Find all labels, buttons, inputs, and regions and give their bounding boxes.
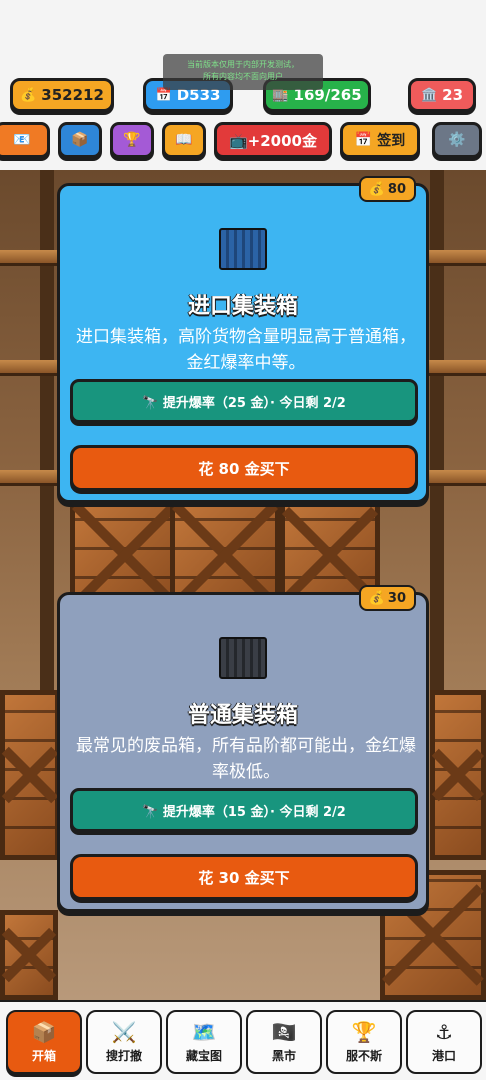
nav-open-crate[interactable]: 📦 开箱 — [6, 1010, 82, 1074]
coin-balance: 💰 352212 — [10, 78, 114, 112]
shelf-board — [0, 250, 60, 266]
box-icon: 📦 — [71, 132, 89, 148]
price-tag: 💰 80 — [358, 176, 416, 202]
dev-notice-toast: 当前版本仅用于内部开发测试， 所有内容均不面向用户 — [163, 54, 323, 90]
money-bag-icon: 💰 — [368, 181, 385, 197]
swords-icon: ⚔️ — [111, 1019, 137, 1044]
anchor-icon: ⚓ — [435, 1019, 453, 1044]
pirate-flag-icon: 🏴‍☠️ — [271, 1019, 297, 1044]
normal-container-card: 💰 30 普通集装箱 最常见的废品箱，所有品阶都可能出，金红爆率极低。 🔭 提升… — [57, 585, 429, 912]
shelf-post — [430, 170, 444, 690]
bank-icon: 🏛️ — [420, 87, 438, 103]
blue-container-icon — [219, 228, 267, 270]
shelf-board — [426, 250, 486, 266]
gear-icon: ⚙️ — [448, 132, 466, 148]
mail-button[interactable]: 📧 — [0, 122, 50, 158]
nav-ranking[interactable]: 🏆 服不斯 — [326, 1010, 402, 1074]
card-description: 进口集装箱，高阶货物含量明显高于普通箱，金红爆率中等。 — [76, 327, 416, 373]
daily-signin-button[interactable]: 📅 签到 — [340, 122, 420, 158]
money-bag-icon: 💰 — [20, 87, 37, 103]
buy-button[interactable]: 花 80 金买下 — [70, 445, 418, 491]
watch-ad-reward-button[interactable]: 📺+2000金 — [214, 122, 332, 158]
mail-icon: 📧 — [13, 132, 31, 148]
card-title: 普通集装箱 — [187, 703, 298, 728]
bottom-navigation: 📦 开箱 ⚔️ 搜打撤 🗺️ 藏宝图 🏴‍☠️ 黑市 🏆 服不斯 ⚓ 港口 — [0, 1000, 486, 1080]
money-bag-icon: 💰 — [368, 590, 385, 606]
nav-treasure-map[interactable]: 🗺️ 藏宝图 — [166, 1010, 242, 1074]
achievements-button[interactable]: 🏆 — [110, 122, 154, 158]
gray-container-icon — [219, 637, 267, 679]
wooden-crate — [0, 690, 60, 860]
shelf-board — [0, 470, 60, 486]
nav-harbor[interactable]: ⚓ 港口 — [406, 1010, 482, 1074]
guide-button[interactable]: 📖 — [162, 122, 206, 158]
wooden-crate — [0, 910, 58, 1000]
inventory-button[interactable]: 📦 — [58, 122, 102, 158]
boost-drop-rate-button[interactable]: 🔭 提升爆率（15 金）· 今日剩 2/2 — [70, 788, 418, 832]
card-title: 进口集装箱 — [187, 294, 298, 319]
shelf-board — [426, 360, 486, 376]
trophy-icon: 🏆 — [123, 132, 141, 148]
nav-black-market[interactable]: 🏴‍☠️ 黑市 — [246, 1010, 322, 1074]
nav-search-raid[interactable]: ⚔️ 搜打撤 — [86, 1010, 162, 1074]
import-container-card: 💰 80 进口集装箱 进口集装箱，高阶货物含量明显高于普通箱，金红爆率中等。 🔭… — [57, 176, 429, 503]
shelf-board — [0, 360, 60, 376]
card-description: 最常见的废品箱，所有品阶都可能出，金红爆率极低。 — [76, 736, 416, 782]
shelf-board — [426, 470, 486, 486]
crate-icon: 📦 — [31, 1019, 57, 1044]
buy-button[interactable]: 花 30 金买下 — [70, 854, 418, 900]
settings-button[interactable]: ⚙️ — [432, 122, 482, 158]
boost-drop-rate-button[interactable]: 🔭 提升爆率（25 金）· 今日剩 2/2 — [70, 379, 418, 423]
price-tag: 💰 30 — [358, 585, 416, 611]
top-status-bar: 💰 352212 📅 D533 🏬 169/265 🏛️ 23 当前版本仅用于内… — [0, 0, 486, 170]
map-icon: 🗺️ — [191, 1019, 217, 1044]
calendar-icon: 📅 — [354, 132, 373, 148]
bank-button[interactable]: 🏛️ 23 — [408, 78, 476, 112]
wooden-crate — [430, 690, 486, 860]
shelf-post — [40, 170, 54, 690]
trophy-icon: 🏆 — [351, 1019, 377, 1044]
book-icon: 📖 — [175, 132, 193, 148]
